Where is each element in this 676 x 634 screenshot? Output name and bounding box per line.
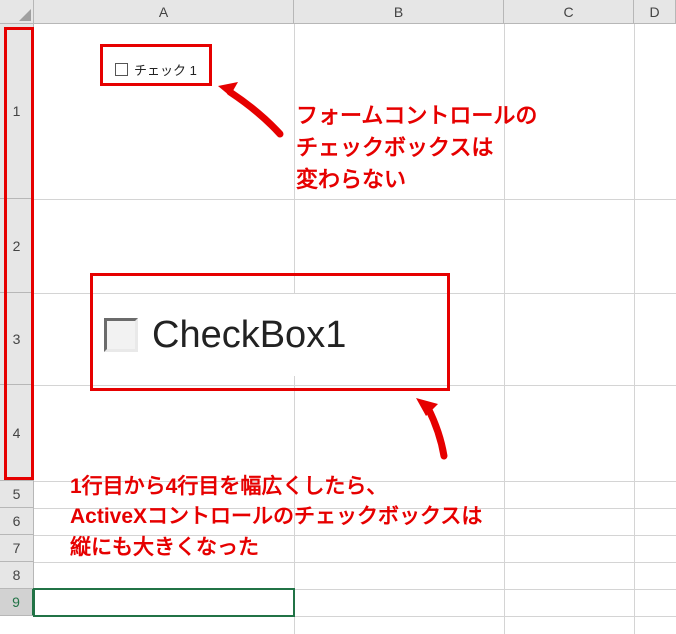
activex-checkbox[interactable]: CheckBox1 [104,294,434,376]
gridline [504,24,505,634]
column-headers: A B C D [0,0,676,24]
activex-checkbox-label: CheckBox1 [152,314,346,357]
checkbox-box-icon [104,318,138,352]
gridline [34,199,676,200]
col-header-B[interactable]: B [294,0,504,24]
gridline [34,616,676,617]
gridline [34,481,676,482]
checkbox-box-icon [115,63,128,76]
row-header-7[interactable]: 7 [0,535,34,562]
row-header-2[interactable]: 2 [0,199,34,293]
gridline [34,589,676,590]
row-header-1[interactable]: 1 [0,24,34,199]
row-header-8[interactable]: 8 [0,562,34,589]
gridline [634,24,635,634]
gridline [34,535,676,536]
col-header-A[interactable]: A [34,0,294,24]
gridline [34,562,676,563]
row-header-6[interactable]: 6 [0,508,34,535]
row-header-4[interactable]: 4 [0,385,34,481]
form-checkbox-label: チェック 1 [134,60,197,79]
col-header-D[interactable]: D [634,0,676,24]
active-cell[interactable] [34,589,294,616]
row-header-5[interactable]: 5 [0,481,34,508]
gridline [34,385,676,386]
row-header-9[interactable]: 9 [0,589,34,616]
gridline [34,508,676,509]
row-header-3[interactable]: 3 [0,293,34,385]
col-header-C[interactable]: C [504,0,634,24]
form-control-checkbox[interactable]: チェック 1 [115,60,197,79]
